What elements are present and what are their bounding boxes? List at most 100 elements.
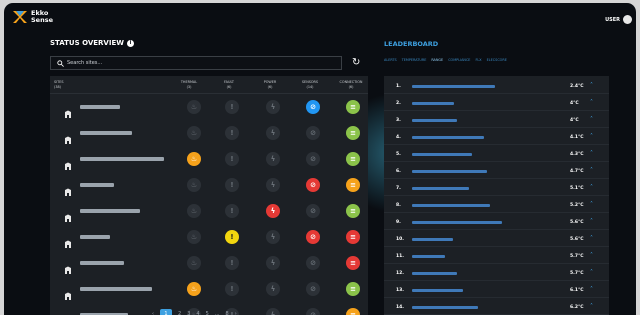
column-header-power[interactable]: POWER (6) [255,80,285,90]
connection-status-icon[interactable]: ≡ [346,152,360,166]
fault-status-icon[interactable]: ! [225,100,239,114]
fault-status-icon[interactable]: ! [225,152,239,166]
chevron-up-icon[interactable]: ˄ [590,304,593,310]
page-5[interactable]: 5 [206,311,209,315]
tab-elecscore[interactable]: ELECSCORE [487,58,507,62]
fault-status-icon[interactable]: ! [225,126,239,140]
chevron-up-icon[interactable]: ˄ [590,253,593,259]
sensors-status-icon[interactable]: ⊘ [306,308,320,315]
sensors-status-icon[interactable]: ⊘ [306,230,320,244]
table-row[interactable]: ♨! ϟ ⊘ ≡ [50,226,368,248]
power-status-icon[interactable]: ϟ [266,100,280,114]
table-row[interactable]: ♨! ϟ ⊘ ≡ [50,278,368,300]
table-row[interactable]: ♨! ϟ ⊘ ≡ [50,96,368,118]
chevron-up-icon[interactable]: ˄ [590,168,593,174]
tab-alerts[interactable]: ALERTS [384,58,397,62]
page-4[interactable]: 4 [196,311,199,315]
sensors-status-icon[interactable]: ⊘ [306,256,320,270]
table-row[interactable]: ♨! ϟ ⊘ ≡ [50,200,368,222]
column-header-thermal[interactable]: THERMAL (3) [174,80,204,90]
prev-page-icon[interactable]: ‹ [152,311,154,315]
page-2[interactable]: 2 [178,311,181,315]
next-page-icon[interactable]: › [235,311,237,315]
chevron-up-icon[interactable]: ˄ [590,270,593,276]
table-row[interactable]: ♨! ϟ ⊘ ≡ [50,252,368,274]
tab-temperature[interactable]: TEMPERATURE [402,58,427,62]
leaderboard-row[interactable]: 14. 6.2°C ˄ [384,301,609,315]
chevron-up-icon[interactable]: ˄ [590,185,593,191]
chevron-up-icon[interactable]: ˄ [590,83,593,89]
thermal-status-icon[interactable]: ♨ [187,152,201,166]
power-status-icon[interactable]: ϟ [266,204,280,218]
fault-status-icon[interactable]: ! [225,230,239,244]
chevron-up-icon[interactable]: ˄ [590,151,593,157]
sensors-status-icon[interactable]: ⊘ [306,126,320,140]
leaderboard-row[interactable]: 8. 5.2°C ˄ [384,199,609,213]
fault-status-icon[interactable]: ! [225,204,239,218]
thermal-status-icon[interactable]: ♨ [187,230,201,244]
page-1[interactable]: 1 [160,309,172,315]
sensors-status-icon[interactable]: ⊘ [306,100,320,114]
chevron-up-icon[interactable]: ˄ [590,117,593,123]
column-header-sites[interactable]: SITES (38) [54,80,78,90]
tab-flx[interactable]: FLX [475,58,481,62]
page-8[interactable]: 8 [226,311,229,315]
fault-status-icon[interactable]: ! [225,256,239,270]
connection-status-icon[interactable]: ≡ [346,178,360,192]
column-header-fault[interactable]: FAULT (6) [214,80,244,90]
leaderboard-row[interactable]: 2. 4°C ˄ [384,97,609,111]
thermal-status-icon[interactable]: ♨ [187,126,201,140]
avatar[interactable] [623,15,632,24]
leaderboard-row[interactable]: 10. 5.6°C ˄ [384,233,609,247]
connection-status-icon[interactable]: ≡ [346,100,360,114]
refresh-icon[interactable]: ↻ [352,58,360,68]
sensors-status-icon[interactable]: ⊘ [306,282,320,296]
power-status-icon[interactable]: ϟ [266,152,280,166]
sensors-status-icon[interactable]: ⊘ [306,152,320,166]
leaderboard-row[interactable]: 9. 5.6°C ˄ [384,216,609,230]
column-header-connection[interactable]: CONNECTION (6) [334,80,368,90]
table-row[interactable]: ♨! ϟ ⊘ ≡ [50,174,368,196]
thermal-status-icon[interactable]: ♨ [187,282,201,296]
leaderboard-row[interactable]: 13. 6.1°C ˄ [384,284,609,298]
sensors-status-icon[interactable]: ⊘ [306,178,320,192]
power-status-icon[interactable]: ϟ [266,256,280,270]
chevron-up-icon[interactable]: ˄ [590,134,593,140]
leaderboard-row[interactable]: 4. 4.1°C ˄ [384,131,609,145]
thermal-status-icon[interactable]: ♨ [187,178,201,192]
fault-status-icon[interactable]: ! [225,282,239,296]
table-row[interactable]: ♨! ϟ ⊘ ≡ [50,122,368,144]
fault-status-icon[interactable]: ! [225,178,239,192]
connection-status-icon[interactable]: ≡ [346,204,360,218]
leaderboard-row[interactable]: 1. 2.4°C ˄ [384,80,609,94]
leaderboard-row[interactable]: 7. 5.1°C ˄ [384,182,609,196]
connection-status-icon[interactable]: ≡ [346,126,360,140]
connection-status-icon[interactable]: ≡ [346,282,360,296]
page-...[interactable]: ... [215,311,220,315]
chevron-up-icon[interactable]: ˄ [590,219,593,225]
sensors-status-icon[interactable]: ⊘ [306,204,320,218]
power-status-icon[interactable]: ϟ [266,308,280,315]
thermal-status-icon[interactable]: ♨ [187,204,201,218]
thermal-status-icon[interactable]: ♨ [187,256,201,270]
connection-status-icon[interactable]: ≡ [346,308,360,315]
leaderboard-row[interactable]: 3. 4°C ˄ [384,114,609,128]
leaderboard-row[interactable]: 6. 4.7°C ˄ [384,165,609,179]
table-row[interactable]: ♨! ϟ ⊘ ≡ [50,148,368,170]
thermal-status-icon[interactable]: ♨ [187,100,201,114]
connection-status-icon[interactable]: ≡ [346,256,360,270]
chevron-up-icon[interactable]: ˄ [590,287,593,293]
connection-status-icon[interactable]: ≡ [346,230,360,244]
leaderboard-row[interactable]: 12. 5.7°C ˄ [384,267,609,281]
tab-range[interactable]: RANGE [431,58,443,62]
search-input[interactable] [67,60,327,66]
chevron-up-icon[interactable]: ˄ [590,100,593,106]
chevron-up-icon[interactable]: ˄ [590,236,593,242]
power-status-icon[interactable]: ϟ [266,282,280,296]
user-menu[interactable]: USER [605,15,632,24]
info-icon[interactable]: i [126,39,134,47]
power-status-icon[interactable]: ϟ [266,178,280,192]
power-status-icon[interactable]: ϟ [266,230,280,244]
leaderboard-row[interactable]: 11. 5.7°C ˄ [384,250,609,264]
power-status-icon[interactable]: ϟ [266,126,280,140]
